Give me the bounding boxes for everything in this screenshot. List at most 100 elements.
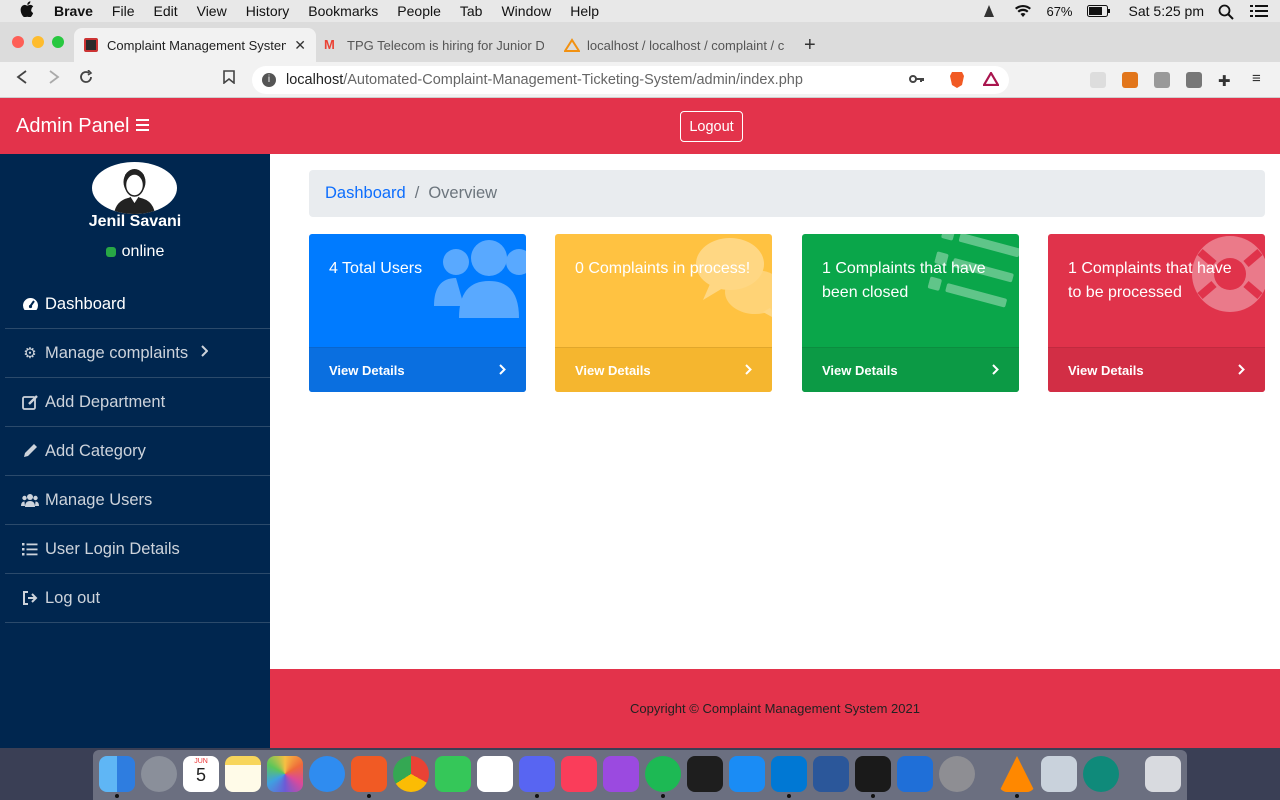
view-details-label: View Details xyxy=(1068,362,1144,378)
puzzle-extensions-icon[interactable]: ✚ xyxy=(1218,72,1234,90)
spotlight-search-icon[interactable] xyxy=(1218,4,1236,20)
react-devtools-icon[interactable] xyxy=(1090,72,1106,88)
sidebar-item-manage-complaints[interactable]: ⚙ Manage complaints xyxy=(5,329,270,378)
tab-favicon xyxy=(84,38,98,52)
calendar-icon[interactable]: JUN 5 xyxy=(183,756,219,792)
battery-icon[interactable] xyxy=(1086,4,1110,18)
launchpad-icon[interactable] xyxy=(141,756,177,792)
card-body: 1 Complaints that have been closed xyxy=(802,234,1019,347)
menu-tab[interactable]: Tab xyxy=(460,3,483,19)
chevron-right-icon xyxy=(201,344,209,360)
cube-extension-icon[interactable] xyxy=(1186,72,1202,88)
app-store-icon[interactable] xyxy=(729,756,765,792)
sidebar: Jenil Savani online Dashboard ⚙ Manage c… xyxy=(0,154,270,748)
view-details-link[interactable]: View Details xyxy=(802,347,1019,392)
spotify-icon[interactable] xyxy=(645,756,681,792)
wifi-icon[interactable] xyxy=(1014,4,1032,18)
comments-icon xyxy=(685,234,772,332)
back-icon[interactable] xyxy=(16,70,28,89)
main-content: Dashboard / Overview 4 Total Users View … xyxy=(270,154,1280,669)
podcasts-icon[interactable] xyxy=(603,756,639,792)
sidebar-item-dashboard[interactable]: Dashboard xyxy=(5,280,270,329)
brave-shields-icon[interactable] xyxy=(949,71,965,93)
sidebar-item-label: Log out xyxy=(45,588,101,607)
new-tab-icon[interactable]: + xyxy=(804,34,816,57)
system-preferences-icon[interactable] xyxy=(939,756,975,792)
vlc-icon[interactable] xyxy=(999,756,1035,792)
bookmark-icon[interactable] xyxy=(223,70,235,89)
online-status-dot xyxy=(105,247,116,257)
safari-icon[interactable] xyxy=(309,756,345,792)
view-details-link[interactable]: View Details xyxy=(555,347,772,392)
browser-toolbar: i localhost/Automated-Complaint-Manageme… xyxy=(0,62,1280,98)
reload-icon[interactable] xyxy=(79,69,93,89)
menu-edit[interactable]: Edit xyxy=(153,3,177,19)
sidebar-item-manage-users[interactable]: Manage Users xyxy=(5,476,270,525)
brain-app-icon[interactable] xyxy=(1083,756,1119,792)
slack-icon[interactable] xyxy=(477,756,513,792)
close-tab-icon[interactable]: ✕ xyxy=(294,37,306,54)
chrome-icon[interactable] xyxy=(393,756,429,792)
sidebar-item-add-category[interactable]: Add Category xyxy=(5,427,270,476)
address-bar[interactable]: i localhost/Automated-Complaint-Manageme… xyxy=(252,66,1009,94)
metamask-icon[interactable] xyxy=(1122,72,1138,88)
tab-tpg-telecom[interactable]: M TPG Telecom is hiring for Junior Dev xyxy=(314,28,554,62)
logout-button[interactable]: Logout xyxy=(680,111,743,142)
brave-icon[interactable] xyxy=(351,756,387,792)
trash-icon[interactable] xyxy=(1145,756,1181,792)
vlc-tray-icon[interactable] xyxy=(982,4,1000,18)
extension-icon[interactable] xyxy=(1154,72,1170,88)
sidebar-toggle-icon[interactable] xyxy=(136,119,149,134)
breadcrumb-dashboard-link[interactable]: Dashboard xyxy=(325,184,406,203)
admin-panel-brand[interactable]: Admin Panel xyxy=(16,115,129,138)
discord-icon[interactable] xyxy=(519,756,555,792)
url-host: localhost xyxy=(286,72,344,88)
sidebar-item-log-out[interactable]: Log out xyxy=(5,574,270,623)
brave-rewards-icon[interactable] xyxy=(982,70,1000,90)
sidebar-item-user-login-details[interactable]: User Login Details xyxy=(5,525,270,574)
notes-icon[interactable] xyxy=(225,756,261,792)
sidebar-item-add-department[interactable]: Add Department xyxy=(5,378,270,427)
word-icon[interactable] xyxy=(813,756,849,792)
running-indicator xyxy=(115,794,119,798)
menubar-clock[interactable]: Sat 5:25 pm xyxy=(1129,3,1205,19)
sidebar-item-label: Add Category xyxy=(45,441,146,460)
tab-phpmyadmin[interactable]: localhost / localhost / complaint / cl xyxy=(554,28,794,62)
running-indicator xyxy=(661,794,665,798)
edit-icon xyxy=(21,393,39,411)
vscode-icon[interactable] xyxy=(771,756,807,792)
menu-view[interactable]: View xyxy=(197,3,227,19)
utility-icon[interactable] xyxy=(1041,756,1077,792)
sidebar-item-label: User Login Details xyxy=(45,539,180,558)
figma-icon[interactable] xyxy=(687,756,723,792)
card-body: 4 Total Users xyxy=(309,234,526,347)
menu-file[interactable]: File xyxy=(112,3,135,19)
apple-icon[interactable] xyxy=(20,1,38,21)
maximize-window-button[interactable] xyxy=(52,36,64,48)
terminal-icon[interactable] xyxy=(855,756,891,792)
browser-menu-icon[interactable]: ≡ xyxy=(1252,71,1268,88)
control-center-icon[interactable] xyxy=(1250,4,1268,18)
menu-help[interactable]: Help xyxy=(570,3,599,19)
menu-history[interactable]: History xyxy=(246,3,290,19)
music-icon[interactable] xyxy=(561,756,597,792)
site-info-icon[interactable]: i xyxy=(262,73,276,87)
xcode-icon[interactable] xyxy=(897,756,933,792)
menu-window[interactable]: Window xyxy=(501,3,551,19)
menu-bookmarks[interactable]: Bookmarks xyxy=(308,3,378,19)
complaints-in-process-card: 0 Complaints in process! View Details xyxy=(555,234,772,392)
menu-people[interactable]: People xyxy=(397,3,441,19)
facetime-icon[interactable] xyxy=(435,756,471,792)
key-icon[interactable] xyxy=(909,72,925,90)
running-indicator xyxy=(535,794,539,798)
view-details-link[interactable]: View Details xyxy=(1048,347,1265,392)
view-details-link[interactable]: View Details xyxy=(309,347,526,392)
photos-icon[interactable] xyxy=(267,756,303,792)
sidebar-item-label: Manage Users xyxy=(45,490,153,509)
tab-complaint-management[interactable]: Complaint Management System ✕ xyxy=(74,28,316,62)
forward-icon[interactable] xyxy=(48,70,60,89)
close-window-button[interactable] xyxy=(12,36,24,48)
menu-app-name[interactable]: Brave xyxy=(54,3,93,19)
finder-icon[interactable] xyxy=(99,756,135,792)
minimize-window-button[interactable] xyxy=(32,36,44,48)
